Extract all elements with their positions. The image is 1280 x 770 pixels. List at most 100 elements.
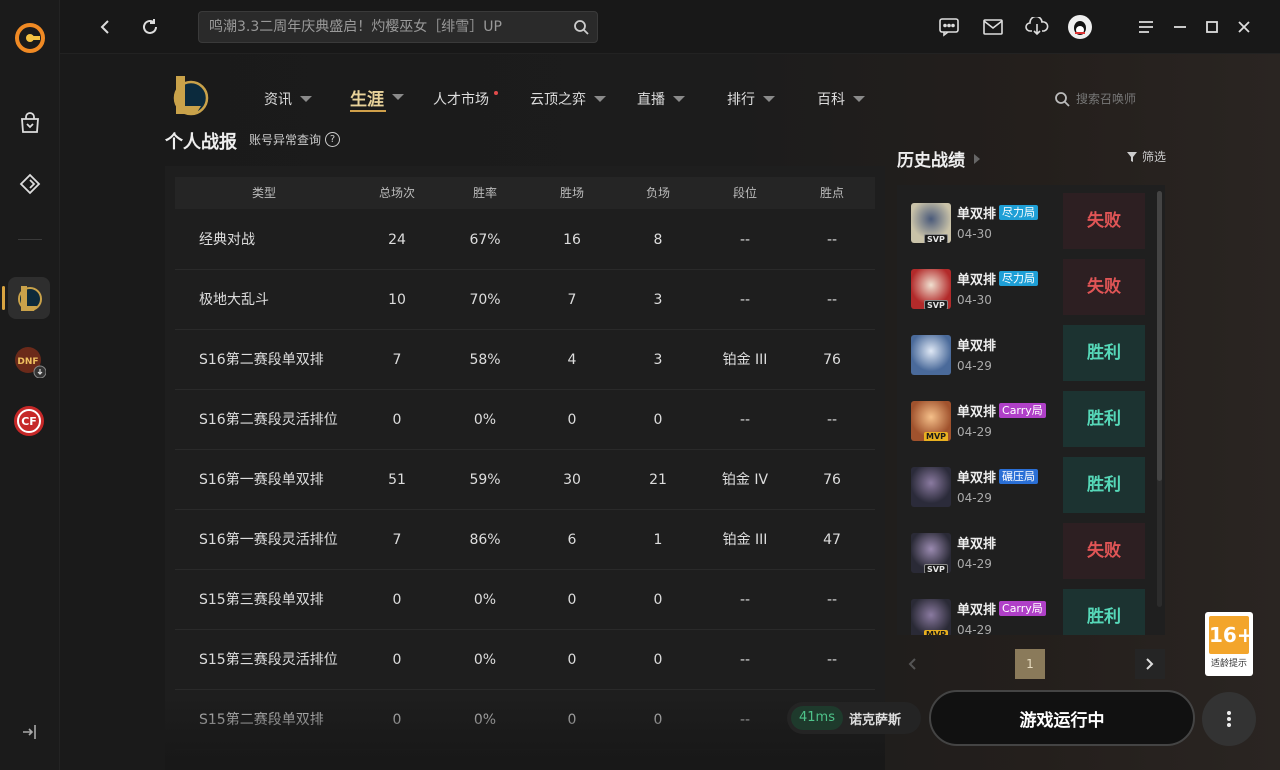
game-controller-icon[interactable] bbox=[15, 169, 45, 199]
match-card[interactable]: MVP 单双排 Carry局 04-29 胜利 bbox=[905, 589, 1145, 635]
active-indicator bbox=[2, 286, 5, 310]
table-row: S15第二赛段单双排00%00---- bbox=[175, 690, 875, 750]
qq-avatar-icon bbox=[1068, 15, 1092, 39]
stats-table: 类型 总场次 胜率 胜场 负场 段位 胜点 经典对战 24 67% 16 8 -- -- 极地… bbox=[165, 166, 885, 770]
match-card[interactable]: MVP 单双排 Carry局 04-29 胜利 bbox=[905, 391, 1145, 447]
store-bag-icon[interactable] bbox=[15, 108, 45, 138]
match-date: 04-30 bbox=[957, 293, 992, 307]
cell-losses: 3 bbox=[653, 352, 663, 368]
cell-rank: -- bbox=[739, 712, 751, 728]
cell-rank: -- bbox=[739, 592, 751, 608]
history-pagination: 1 bbox=[897, 649, 1165, 679]
close-button[interactable] bbox=[1230, 13, 1258, 41]
match-tag: 碾压局 bbox=[999, 469, 1039, 484]
nav-ranking[interactable]: 排行 bbox=[727, 88, 775, 110]
nav-ranking-label: 排行 bbox=[727, 92, 755, 108]
chat-bubble-icon bbox=[939, 18, 959, 37]
mvp-badge: MVP bbox=[924, 630, 949, 635]
dnf-game-tile[interactable]: DNF bbox=[8, 340, 50, 382]
nav-wiki[interactable]: 百科 bbox=[817, 88, 865, 110]
match-mode-label: 单双排 bbox=[957, 471, 997, 486]
maximize-button[interactable] bbox=[1198, 13, 1226, 41]
match-result: 失败 bbox=[1063, 193, 1145, 249]
left-rail: DNF CF 一键开播 bbox=[0, 0, 124, 770]
lol-game-tile[interactable] bbox=[8, 277, 50, 319]
back-arrow-icon bbox=[100, 20, 109, 34]
table-row: S15第三赛段单双排 0 0% 0 0 -- -- bbox=[175, 570, 875, 630]
cell-wins: 4 bbox=[567, 352, 577, 368]
lol-brand-logo bbox=[173, 76, 209, 116]
age-rating-badge[interactable]: 16+ 适龄提示 bbox=[1205, 612, 1254, 676]
next-page-button[interactable] bbox=[1135, 649, 1165, 679]
download-button[interactable] bbox=[1023, 13, 1051, 41]
game-running-button[interactable]: 游戏运行中 bbox=[929, 690, 1195, 746]
cell-losses: 0 bbox=[653, 592, 663, 608]
nav-live[interactable]: 直播 bbox=[637, 88, 685, 110]
match-card[interactable]: 单双排 碾压局 04-29 胜利 bbox=[905, 457, 1145, 513]
history-scrollbar[interactable] bbox=[1157, 191, 1162, 607]
col-header-rank: 段位 bbox=[732, 186, 757, 200]
summoner-search[interactable]: 搜索召唤师 bbox=[1054, 90, 1136, 107]
match-result: 胜利 bbox=[1063, 457, 1145, 513]
chevron-down-icon bbox=[392, 94, 404, 100]
cell-total: 10 bbox=[388, 292, 406, 308]
match-card[interactable]: SVP 单双排 尽力局 04-30 失败 bbox=[905, 259, 1145, 315]
history-title[interactable]: 历史战绩 bbox=[897, 146, 981, 171]
qq-account-button[interactable] bbox=[1066, 13, 1094, 41]
match-card[interactable]: SVP 单双排 04-29 失败 bbox=[905, 523, 1145, 579]
champion-avatar: SVP bbox=[911, 269, 951, 309]
match-result: 胜利 bbox=[1063, 391, 1145, 447]
page-number[interactable]: 1 bbox=[1015, 649, 1045, 679]
minimize-button[interactable] bbox=[1166, 13, 1194, 41]
nav-news[interactable]: 资讯 bbox=[264, 88, 312, 110]
summoner-search-placeholder[interactable]: 搜索召唤师 bbox=[1076, 90, 1136, 107]
top-search-box[interactable] bbox=[198, 11, 598, 43]
col-header-lp: 胜点 bbox=[819, 186, 844, 200]
col-header-losses: 负场 bbox=[645, 186, 670, 200]
download-icon bbox=[1025, 17, 1049, 36]
prev-page-button[interactable] bbox=[897, 649, 927, 679]
collapse-sidebar-icon[interactable] bbox=[20, 722, 40, 742]
app-logo-icon[interactable] bbox=[14, 22, 46, 54]
refresh-icon bbox=[143, 19, 157, 34]
match-card[interactable]: SVP 单双排 尽力局 04-30 失败 bbox=[905, 193, 1145, 249]
account-query-link[interactable]: 账号异常查询 ? bbox=[249, 131, 341, 148]
svg-text:DNF: DNF bbox=[17, 357, 38, 367]
cell-total: 0 bbox=[392, 652, 402, 668]
cell-lp: -- bbox=[826, 592, 838, 608]
message-button[interactable] bbox=[935, 13, 963, 41]
scrollbar-thumb[interactable] bbox=[1157, 191, 1162, 481]
search-icon[interactable] bbox=[573, 19, 589, 35]
cell-lp: -- bbox=[826, 292, 838, 308]
main-content: 资讯 生涯 人才市场 云顶之弈 直播 排行 百科 搜索召唤师 个人战报 账号异常… bbox=[60, 54, 1280, 770]
help-icon[interactable]: ? bbox=[325, 132, 341, 147]
search-icon bbox=[1055, 91, 1070, 107]
filter-button[interactable]: 筛选 bbox=[1126, 148, 1166, 165]
more-options-button[interactable] bbox=[1202, 692, 1256, 746]
cell-type: S16第一赛段单双排 bbox=[199, 472, 324, 488]
cell-rank: -- bbox=[739, 232, 751, 248]
nav-career[interactable]: 生涯 bbox=[350, 86, 404, 112]
refresh-button[interactable] bbox=[136, 13, 164, 41]
age-rating-value: 16+ bbox=[1209, 616, 1254, 654]
menu-button[interactable] bbox=[1132, 13, 1160, 41]
cf-game-tile[interactable]: CF bbox=[8, 400, 50, 442]
nav-tft[interactable]: 云顶之弈 bbox=[530, 88, 606, 110]
match-card[interactable]: 单双排 04-29 胜利 bbox=[905, 325, 1145, 381]
mail-button[interactable] bbox=[979, 13, 1007, 41]
server-status[interactable]: 41ms 诺克萨斯 bbox=[787, 702, 921, 734]
cell-total: 0 bbox=[392, 712, 402, 728]
mail-icon bbox=[983, 19, 1003, 35]
section-title: 个人战报 bbox=[165, 132, 237, 153]
match-result: 胜利 bbox=[1063, 325, 1145, 381]
cell-wins: 0 bbox=[567, 652, 577, 668]
match-date: 04-29 bbox=[957, 491, 992, 505]
maximize-icon bbox=[1206, 21, 1218, 33]
nav-talent-market[interactable]: 人才市场 bbox=[433, 88, 489, 110]
back-button[interactable] bbox=[92, 13, 120, 41]
cell-winrate: 0% bbox=[473, 592, 497, 608]
top-search-input[interactable] bbox=[209, 12, 559, 42]
match-mode: 单双排 尽力局 bbox=[957, 269, 1039, 288]
cell-lp: -- bbox=[826, 232, 838, 248]
cell-wins: 0 bbox=[567, 712, 577, 728]
